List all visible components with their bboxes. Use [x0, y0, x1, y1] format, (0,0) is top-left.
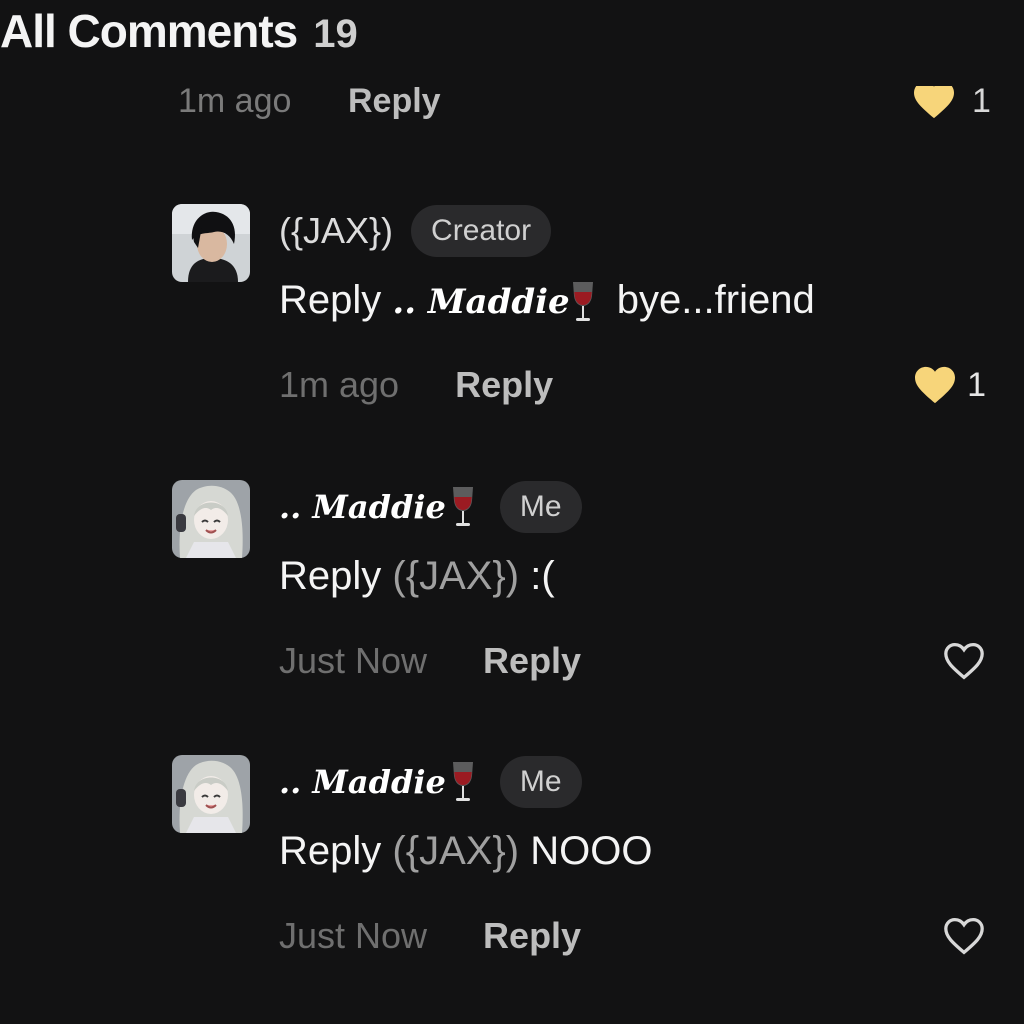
heart-filled-icon[interactable] — [912, 86, 956, 120]
like-count: 1 — [967, 365, 986, 404]
username[interactable]: .. Maddie — [279, 763, 446, 801]
wine-glass-icon — [452, 762, 473, 801]
reply-prefix: Reply — [279, 829, 382, 873]
comment-header: .. Maddie Me — [279, 480, 582, 534]
wine-glass-icon — [572, 282, 593, 322]
comment-message: bye...friend — [616, 278, 815, 322]
timestamp: 1m ago — [178, 86, 292, 120]
username[interactable]: ({JAX}) — [279, 210, 393, 252]
mention[interactable]: ({JAX}) — [392, 554, 519, 598]
dark-haired-boy-avatar-image — [172, 204, 250, 282]
timestamp: 1m ago — [279, 364, 400, 405]
me-badge: Me — [499, 481, 582, 533]
comment-text: Reply .. Maddie bye...friend — [279, 278, 815, 324]
like-button[interactable] — [942, 636, 986, 686]
heart-outline-icon[interactable] — [942, 916, 986, 956]
avatar[interactable] — [172, 755, 250, 833]
anime-girl-avatar-image — [172, 480, 250, 558]
like-button[interactable] — [942, 911, 986, 961]
reply-button[interactable]: Reply — [483, 915, 581, 957]
timestamp: Just Now — [279, 915, 428, 956]
comment-header: ({JAX}) Creator — [279, 204, 552, 258]
comment-text: Reply ({JAX}) NOOO — [279, 829, 652, 874]
username[interactable]: .. Maddie — [279, 488, 446, 526]
heart-outline-icon[interactable] — [942, 641, 986, 681]
comments-count: 19 — [313, 12, 358, 56]
comment-meta: 1m ago Reply — [279, 360, 553, 410]
comment-item: ({JAX}) Creator Reply .. Maddie bye...fr… — [0, 204, 1024, 434]
comment-header: .. Maddie Me — [279, 755, 582, 809]
creator-badge: Creator — [411, 205, 552, 257]
comment-message: :( — [530, 554, 555, 598]
reply-button[interactable]: Reply — [348, 86, 441, 121]
reply-prefix: Reply — [279, 554, 382, 598]
wine-glass-icon — [452, 487, 473, 526]
comment-meta: Just Now Reply — [279, 636, 581, 686]
comment-item: .. Maddie Me Reply ({JAX}) NOOO Just Now… — [0, 755, 1024, 985]
reply-button[interactable]: Reply — [483, 640, 581, 682]
me-badge: Me — [499, 756, 582, 808]
heart-filled-icon[interactable] — [913, 365, 957, 405]
avatar[interactable] — [172, 204, 250, 282]
reply-button[interactable]: Reply — [455, 364, 553, 406]
comments-screen: All Comments 19 1m ago Reply 1 ({JAX}) C… — [0, 0, 1024, 1024]
previous-comment-meta-row: 1m ago Reply 1 — [0, 86, 1024, 126]
comment-message: NOOO — [530, 829, 653, 873]
comment-text: Reply ({JAX}) :( — [279, 554, 555, 599]
mention[interactable]: .. Maddie — [392, 282, 569, 322]
comments-header: All Comments 19 — [0, 4, 358, 64]
avatar[interactable] — [172, 480, 250, 558]
mention[interactable]: ({JAX}) — [392, 829, 519, 873]
comment-meta: Just Now Reply — [279, 911, 581, 961]
like-count: 1 — [972, 86, 991, 120]
reply-prefix: Reply — [279, 278, 382, 322]
timestamp: Just Now — [279, 640, 428, 681]
comments-title: All Comments — [0, 5, 298, 57]
like-button[interactable]: 1 — [913, 360, 986, 410]
anime-girl-avatar-image — [172, 755, 250, 833]
comment-item: .. Maddie Me Reply ({JAX}) :( Just Now R… — [0, 480, 1024, 710]
